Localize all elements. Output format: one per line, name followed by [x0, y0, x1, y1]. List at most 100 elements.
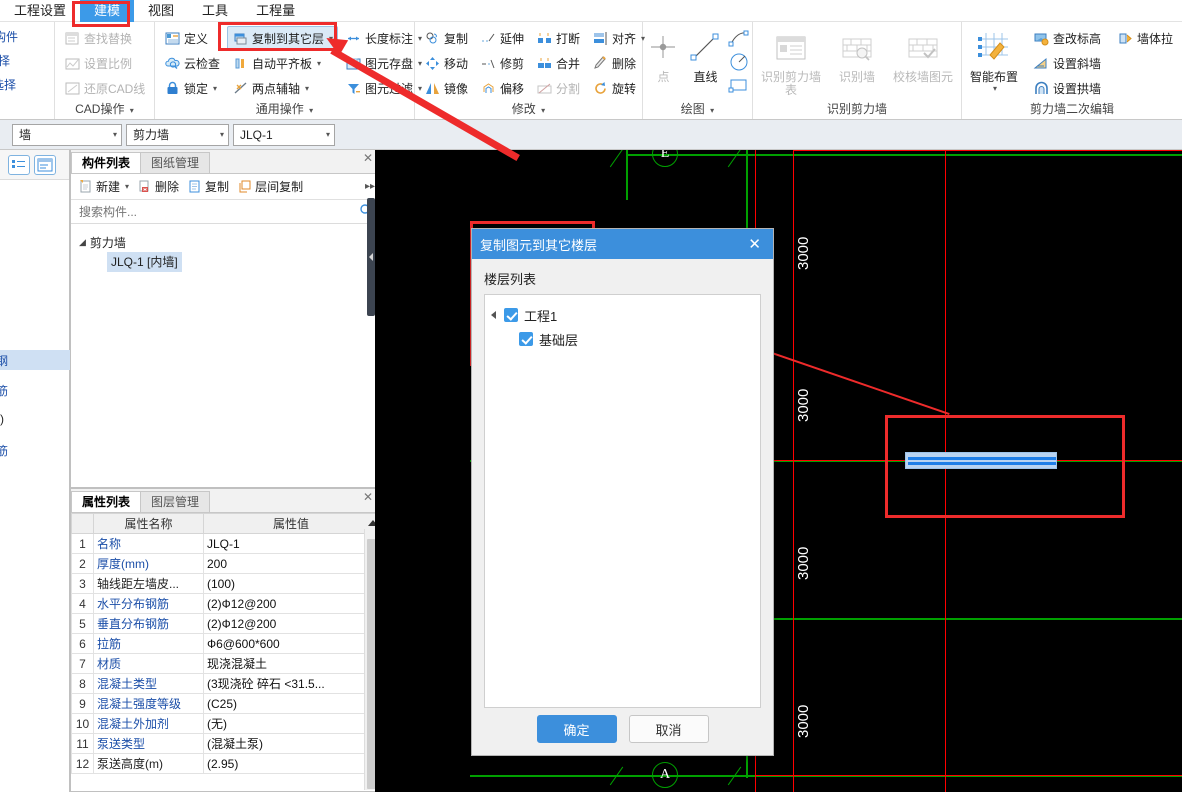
chevron-down-icon[interactable]: ▾ — [317, 59, 321, 68]
table-row[interactable]: 9 混凝土强度等级 (C25) — [71, 693, 379, 714]
table-row[interactable]: 10 混凝土外加剂 (无) — [71, 713, 379, 734]
panel-splitter-handle[interactable] — [367, 198, 375, 316]
table-row[interactable]: 12 泵送高度(m) (2.95) — [71, 753, 379, 774]
ribbon-check-elevation[interactable]: 查改标高 — [1028, 26, 1106, 50]
toolbar-new[interactable]: 新建 ▾ — [75, 176, 132, 197]
chevron-down-icon[interactable]: ▾ — [214, 130, 224, 139]
tab-property-list[interactable]: 属性列表 — [71, 491, 142, 512]
chevron-down-icon[interactable]: ▾ — [320, 130, 330, 139]
close-icon[interactable]: ✕ — [363, 152, 373, 164]
ribbon-identify-shearwall-table[interactable]: 识别剪力墙表 — [757, 26, 825, 97]
list-view-button[interactable] — [8, 154, 30, 175]
ribbon-define[interactable]: 定义 — [159, 26, 225, 50]
ribbon-lock[interactable]: 锁定 ▾ — [159, 76, 225, 100]
row-value[interactable]: (2)Ф12@200 — [203, 593, 379, 614]
ribbon-offset[interactable]: 偏移 — [475, 76, 529, 100]
panel-view-button[interactable] — [34, 154, 56, 175]
ribbon-trim[interactable]: 修剪 — [475, 51, 529, 75]
row-value[interactable]: (C25) — [203, 693, 379, 714]
ribbon-mirror[interactable]: 镜像 — [419, 76, 473, 100]
floor-row-project[interactable]: 工程1 — [491, 303, 754, 327]
table-row[interactable]: 5 垂直分布钢筋 (2)Ф12@200 — [71, 613, 379, 634]
ribbon-wall-stretch[interactable]: 墙体拉 — [1112, 26, 1178, 50]
chevron-down-icon[interactable]: ▾ — [305, 84, 309, 93]
rectangle-icon[interactable] — [727, 74, 751, 96]
menu-item-view[interactable]: 视图 — [134, 0, 188, 22]
row-value[interactable]: (100) — [203, 573, 379, 594]
ribbon-move[interactable]: 移动 — [419, 51, 473, 75]
ribbon-auto-align-slab[interactable]: 自动平齐板 ▾ — [227, 51, 338, 75]
close-icon[interactable]: ✕ — [363, 491, 373, 503]
table-row[interactable]: 2 厚度(mm) 200 — [71, 553, 379, 574]
checkbox-foundation[interactable] — [519, 332, 533, 346]
ribbon-extend[interactable]: 延伸 — [475, 26, 529, 50]
combo-member[interactable]: JLQ-1 ▾ — [233, 123, 335, 146]
ribbon-draw-line[interactable]: 直线 — [685, 26, 725, 84]
toolbar-overflow-button[interactable]: ▸▸ — [365, 181, 375, 192]
row-value[interactable]: (混凝土泵) — [203, 733, 379, 754]
table-row[interactable]: 8 混凝土类型 (3现浇砼 碎石 <31.5... — [71, 673, 379, 694]
row-value[interactable]: (无) — [203, 713, 379, 734]
circle-icon[interactable] — [727, 51, 751, 73]
ribbon-identify-wall[interactable]: 识别墙 — [829, 26, 885, 84]
chevron-down-icon[interactable]: ▾ — [125, 182, 129, 191]
ribbon-check-wall-element[interactable]: 校核墙图元 — [889, 26, 957, 84]
combo-type[interactable]: 剪力墙 ▾ — [126, 123, 229, 146]
table-row[interactable]: 3 轴线距左墙皮... (100) — [71, 573, 379, 594]
ribbon-set-arch-wall[interactable]: 设置拱墙 — [1028, 76, 1106, 100]
ribbon-cloud-check[interactable]: 云检查 — [159, 51, 225, 75]
ribbon-find-replace[interactable]: 查找替换 — [59, 26, 150, 50]
ribbon-break[interactable]: 打断 — [531, 26, 585, 50]
row-value[interactable]: (2.95) — [203, 753, 379, 774]
toolbar-delete[interactable]: 删除 — [134, 176, 182, 197]
ribbon-align[interactable]: 对齐 ▾ — [587, 26, 650, 50]
chevron-down-icon[interactable]: ▾ — [107, 130, 117, 139]
expand-caret-icon[interactable] — [491, 311, 496, 319]
menu-item-tools[interactable]: 工具 — [188, 0, 242, 22]
tree-leaf-jlq1[interactable]: JLQ-1 [内墙] — [107, 252, 182, 272]
ribbon-draw-point[interactable]: 点 — [643, 26, 683, 84]
floor-row-foundation[interactable]: 基础层 — [491, 327, 754, 351]
menu-item-project-settings[interactable]: 工程设置 — [0, 0, 80, 22]
cancel-button[interactable]: 取消 — [628, 715, 709, 743]
table-row[interactable]: 4 水平分布钢筋 (2)Ф12@200 — [71, 593, 379, 614]
table-row[interactable]: 7 材质 现浇混凝土 — [71, 653, 379, 674]
ribbon-delete[interactable]: 删除 — [587, 51, 650, 75]
search-input[interactable] — [77, 203, 359, 220]
ribbon-set-scale[interactable]: 设置比例 — [59, 51, 150, 75]
table-row[interactable]: 1 名称 JLQ-1 — [71, 533, 379, 554]
chevron-down-icon[interactable]: ▾ — [309, 106, 313, 115]
tab-layer-management[interactable]: 图层管理 — [140, 491, 211, 512]
row-value[interactable]: (2)Ф12@200 — [203, 613, 379, 634]
chevron-down-icon[interactable]: ▾ — [541, 106, 545, 115]
ribbon-copy[interactable]: 复制 — [419, 26, 473, 50]
ribbon-set-slanted-wall[interactable]: 设置斜墙 — [1028, 51, 1106, 75]
table-row[interactable]: 6 拉筋 Ф6@600*600 — [71, 633, 379, 654]
checkbox-project[interactable] — [504, 308, 518, 322]
row-value[interactable]: JLQ-1 — [203, 533, 379, 554]
toolbar-copy[interactable]: 复制 — [184, 176, 232, 197]
chevron-down-icon[interactable]: ▾ — [710, 106, 714, 115]
axis-label-A[interactable]: A — [652, 762, 678, 788]
row-value[interactable]: Ф6@600*600 — [203, 633, 379, 654]
close-icon[interactable]: ✕ — [744, 237, 765, 252]
expand-caret-icon[interactable]: ◢ — [79, 237, 86, 248]
row-value[interactable]: 200 — [203, 553, 379, 574]
arc-icon[interactable] — [727, 28, 751, 50]
ribbon-restore-cad-line[interactable]: 还原CAD线 — [59, 76, 150, 100]
tree-node-shearwall[interactable]: ◢ 剪力墙 — [79, 232, 379, 252]
row-value[interactable]: (3现浇砼 碎石 <31.5... — [203, 673, 379, 694]
combo-category[interactable]: 墙 ▾ — [12, 123, 122, 146]
ok-button[interactable]: 确定 — [536, 715, 617, 743]
ribbon-smart-layout[interactable]: 智能布置 ▾ — [966, 26, 1022, 93]
row-value[interactable]: 现浇混凝土 — [203, 653, 379, 674]
chevron-down-icon[interactable]: ▾ — [130, 106, 134, 115]
chevron-down-icon[interactable]: ▾ — [213, 84, 217, 93]
tab-component-list[interactable]: 构件列表 — [71, 152, 142, 173]
axis-label-E[interactable]: E — [652, 150, 678, 167]
table-row[interactable]: 11 泵送类型 (混凝土泵) — [71, 733, 379, 754]
toolbar-interlayer-copy[interactable]: 层间复制 — [234, 176, 306, 197]
ribbon-two-point-axis[interactable]: 两点辅轴 ▾ — [227, 76, 338, 100]
ribbon-rotate[interactable]: 旋转 — [587, 76, 650, 100]
chevron-down-icon[interactable]: ▾ — [993, 84, 997, 93]
